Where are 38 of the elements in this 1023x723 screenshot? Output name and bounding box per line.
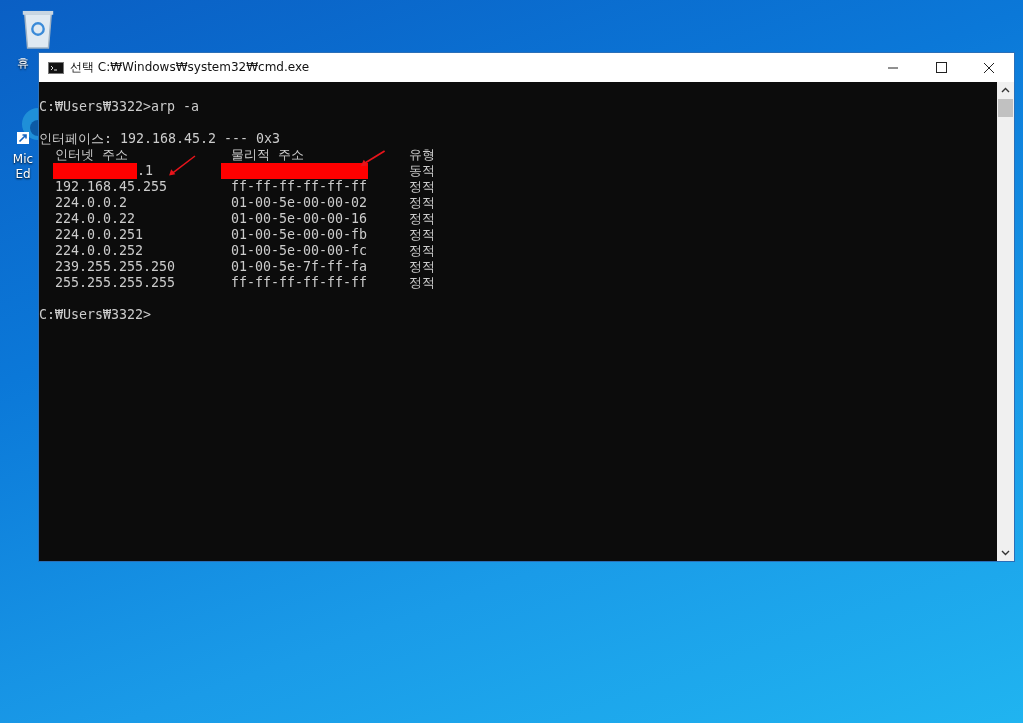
table-cell: 01-00-5e-00-00-16 <box>231 211 368 226</box>
prompt-line: C:₩Users₩3322> <box>39 307 153 323</box>
table-cell: 01-00-5e-7f-ff-fa <box>231 259 368 274</box>
interface-line: 인터페이스: 192.168.45.2 --- 0x3 <box>39 131 282 147</box>
desktop-icon-label: Ed <box>15 167 31 182</box>
arrow-annotation <box>167 154 197 177</box>
arrow-annotation <box>359 149 387 167</box>
table-cell: 정적 <box>409 275 435 291</box>
table-cell: 정적 <box>409 259 435 275</box>
table-cell: 224.0.0.252 <box>55 243 144 258</box>
scroll-thumb[interactable] <box>998 99 1013 117</box>
console-icon <box>48 61 64 74</box>
table-cell: 192.168.45.255 <box>55 179 168 194</box>
table-cell: 01-00-5e-00-00-02 <box>231 195 368 210</box>
table-cell: 239.255.255.250 <box>55 259 176 274</box>
window-title: 선택 C:₩Windows₩system32₩cmd.exe <box>70 59 310 76</box>
table-cell: 정적 <box>409 243 435 259</box>
table-cell: 01-00-5e-00-00-fb <box>231 227 368 242</box>
column-header: 인터넷 주소 <box>55 147 128 162</box>
desktop-icon-label: Mic <box>12 152 34 167</box>
table-cell: 정적 <box>409 211 435 227</box>
table-cell: 224.0.0.251 <box>55 227 144 242</box>
column-header: 물리적 주소 <box>231 147 304 162</box>
table-cell: 정적 <box>409 195 435 211</box>
table-cell: 동적 <box>409 163 435 179</box>
table-cell: 정적 <box>409 179 435 195</box>
scrollbar[interactable] <box>997 82 1014 561</box>
table-cell: ff-ff-ff-ff-ff-ff <box>231 179 368 194</box>
table-cell: 01-00-5e-00-00-fc <box>231 243 368 258</box>
desktop-icon-label: 휴 <box>17 56 29 71</box>
table-cell: 255.255.255.255 <box>55 275 176 290</box>
table-cell: .1 <box>137 163 153 178</box>
table-cell: 224.0.0.2 <box>55 195 128 210</box>
table-cell: 224.0.0.22 <box>55 211 136 226</box>
table-cell: ff-ff-ff-ff-ff-ff <box>231 275 368 290</box>
command-line: C:₩Users₩3322>arp -a <box>39 99 201 115</box>
column-header: 유형 <box>409 147 435 162</box>
table-cell: 정적 <box>409 227 435 243</box>
